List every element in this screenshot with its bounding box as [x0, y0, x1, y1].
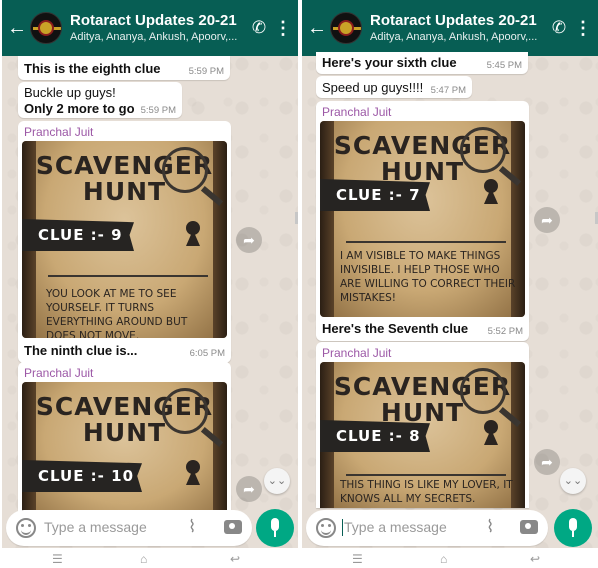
message-input-bar[interactable]: Type a message ⌇: [306, 510, 548, 546]
clue-number-banner: CLUE :- 10: [22, 460, 142, 492]
image-caption: Here's the Seventh clue: [322, 321, 469, 336]
message-input-bar[interactable]: Type a message ⌇: [6, 510, 252, 546]
chat-header: ← Rotaract Updates 20-21 Aditya, Ananya,…: [2, 0, 298, 56]
back-arrow-icon[interactable]: ←: [6, 17, 28, 40]
group-members: Aditya, Ananya, Ankush, Apoorv,...: [70, 31, 238, 43]
keyhole-icon: [186, 460, 200, 485]
mic-button[interactable]: [554, 509, 592, 547]
chat-title-block[interactable]: Rotaract Updates 20-21 Aditya, Ananya, A…: [370, 13, 546, 43]
camera-icon[interactable]: [520, 520, 538, 534]
message-text: Speed up guys!!!!: [322, 80, 424, 95]
sender-name: Pranchal Juit: [24, 125, 94, 139]
forward-icon[interactable]: ➦: [534, 449, 560, 475]
message-text-line1: Buckle up guys!: [24, 85, 116, 100]
message-bubble[interactable]: This is the eighth clue 5:59 PM: [18, 56, 230, 80]
image-message-bubble[interactable]: Pranchal Juit SCAVENGER HUNT CLUE :- 7 I…: [316, 101, 529, 341]
message-bubble[interactable]: Buckle up guys! Only 2 more to go 5:59 P…: [18, 82, 182, 118]
clue-number-banner: CLUE :- 8: [320, 420, 430, 452]
image-message-bubble[interactable]: Pranchal Juit SCAVENGER HUNT CLUE :- 8 T…: [316, 342, 529, 508]
camera-icon[interactable]: [224, 520, 242, 534]
forward-icon[interactable]: ➦: [236, 476, 262, 502]
group-name: Rotaract Updates 20-21: [370, 12, 537, 29]
add-call-icon[interactable]: ✆: [546, 18, 572, 38]
divider-tick: [295, 212, 298, 224]
message-time: 5:45 PM: [486, 60, 522, 71]
message-text-line2: Only 2 more to go: [24, 101, 135, 116]
android-nav-bar: ☰ ⌂ ↩: [2, 548, 298, 568]
image-message-bubble[interactable]: Pranchal Juit SCAVENGER HUNT CLUE :- 9 Y…: [18, 121, 231, 363]
home-nav-icon[interactable]: ⌂: [440, 553, 447, 565]
back-nav-icon[interactable]: ↩: [230, 553, 240, 565]
forward-icon[interactable]: ➦: [534, 207, 560, 233]
message-time: 5:47 PM: [430, 85, 466, 96]
message-time: 5:59 PM: [188, 66, 224, 77]
poster-riddle-text: I AM VISIBLE TO MAKE THINGS INVISIBLE. I…: [340, 250, 516, 304]
message-text: This is the eighth clue: [24, 61, 161, 76]
image-message-bubble[interactable]: Pranchal Juit SCAVENGER HUNT CLUE :- 10: [18, 362, 231, 522]
scavenger-hunt-poster-image[interactable]: SCAVENGER HUNT CLUE :- 10: [22, 382, 227, 522]
menu-nav-icon[interactable]: ☰: [352, 553, 363, 565]
poster-riddle-text: THIS THING IS LIKE MY LOVER, IT KNOWS AL…: [340, 479, 513, 505]
magnifier-icon: [162, 388, 208, 434]
scavenger-hunt-poster-image[interactable]: SCAVENGER HUNT CLUE :- 8 THIS THING IS L…: [320, 362, 525, 508]
attach-icon[interactable]: ⌇: [188, 517, 196, 537]
attach-icon[interactable]: ⌇: [486, 517, 494, 537]
keyhole-icon: [484, 420, 498, 445]
message-text: Here's your sixth clue: [322, 55, 457, 70]
text-cursor: [342, 519, 343, 536]
group-name: Rotaract Updates 20-21: [70, 12, 237, 29]
emoji-icon[interactable]: [16, 518, 36, 538]
chat-screen-right: ← Rotaract Updates 20-21 Aditya, Ananya,…: [302, 0, 598, 568]
magnifier-icon: [460, 127, 506, 173]
message-time: 6:05 PM: [189, 348, 225, 359]
android-nav-bar: ☰ ⌂ ↩: [302, 548, 598, 568]
forward-icon[interactable]: ➦: [236, 227, 262, 253]
poster-riddle-text: YOU LOOK AT ME TO SEE YOURSELF. IT TURNS…: [46, 288, 188, 338]
keyhole-icon: [484, 179, 498, 204]
message-time: 5:52 PM: [487, 326, 523, 337]
home-nav-icon[interactable]: ⌂: [140, 553, 147, 565]
more-vert-icon[interactable]: ⋮: [272, 18, 294, 39]
add-call-icon[interactable]: ✆: [246, 18, 272, 38]
sender-name: Pranchal Juit: [24, 366, 94, 380]
menu-nav-icon[interactable]: ☰: [52, 553, 63, 565]
emoji-icon[interactable]: [316, 518, 336, 538]
back-arrow-icon[interactable]: ←: [306, 17, 328, 40]
magnifier-icon: [162, 147, 208, 193]
message-bubble[interactable]: Here's your sixth clue 5:45 PM: [316, 52, 528, 74]
sender-name: Pranchal Juit: [322, 346, 392, 360]
keyhole-icon: [186, 221, 200, 246]
scroll-down-chevron-icon[interactable]: ⌄⌄: [560, 468, 586, 494]
scroll-down-chevron-icon[interactable]: ⌄⌄: [264, 468, 290, 494]
message-input-placeholder[interactable]: Type a message: [344, 519, 447, 535]
clue-number-banner: CLUE :- 7: [320, 179, 430, 211]
magnifier-icon: [460, 368, 506, 414]
scavenger-hunt-poster-image[interactable]: SCAVENGER HUNT CLUE :- 9 YOU LOOK AT ME …: [22, 141, 227, 338]
mic-button[interactable]: [256, 509, 294, 547]
message-bubble[interactable]: Speed up guys!!!! 5:47 PM: [316, 76, 472, 98]
group-members: Aditya, Ananya, Ankush, Apoorv,...: [370, 31, 538, 43]
group-avatar[interactable]: [330, 12, 362, 44]
chat-screen-left: ← Rotaract Updates 20-21 Aditya, Ananya,…: [2, 0, 298, 568]
group-avatar[interactable]: [30, 12, 62, 44]
more-vert-icon[interactable]: ⋮: [572, 18, 594, 39]
clue-number-banner: CLUE :- 9: [22, 219, 134, 251]
chat-header: ← Rotaract Updates 20-21 Aditya, Ananya,…: [302, 0, 598, 56]
image-caption: The ninth clue is...: [24, 343, 138, 358]
sender-name: Pranchal Juit: [322, 105, 392, 119]
screenshot-composite: ← Rotaract Updates 20-21 Aditya, Ananya,…: [0, 0, 598, 568]
back-nav-icon[interactable]: ↩: [530, 553, 540, 565]
scavenger-hunt-poster-image[interactable]: SCAVENGER HUNT CLUE :- 7 I AM VISIBLE TO…: [320, 121, 525, 317]
chat-title-block[interactable]: Rotaract Updates 20-21 Aditya, Ananya, A…: [70, 13, 246, 43]
message-input-placeholder[interactable]: Type a message: [44, 519, 147, 535]
message-time: 5:59 PM: [140, 105, 176, 116]
